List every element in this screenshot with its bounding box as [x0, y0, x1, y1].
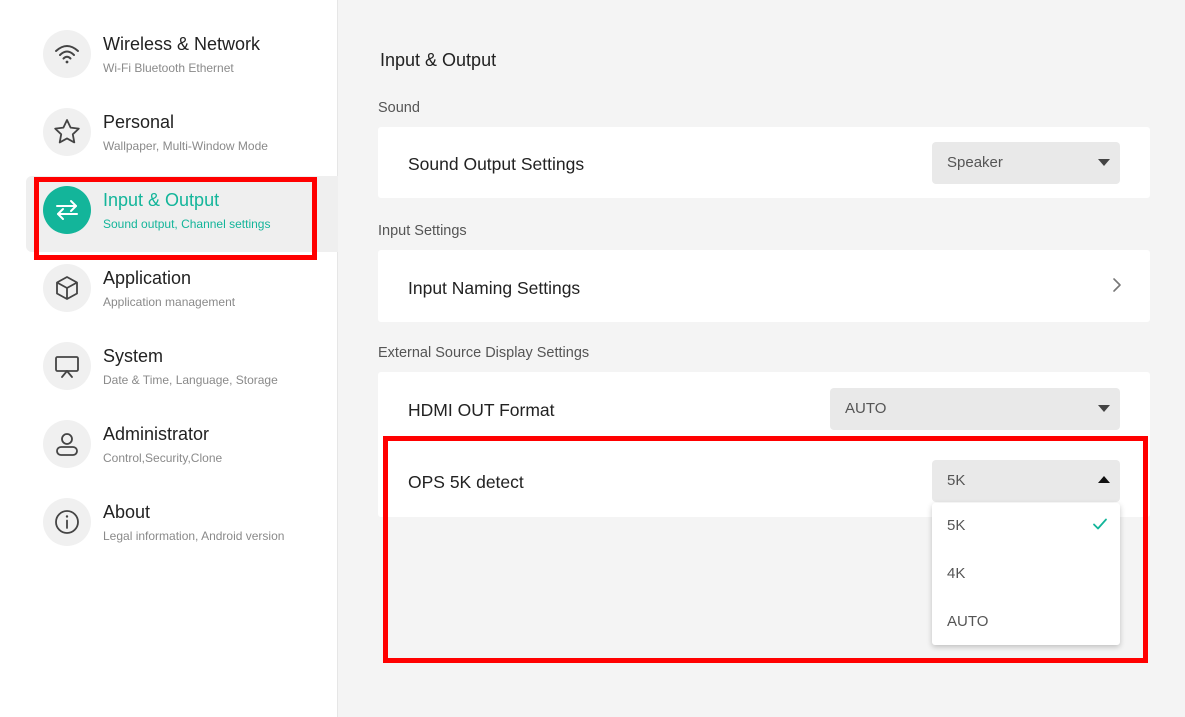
sidebar-item-title: Application	[103, 268, 192, 288]
check-icon	[1093, 518, 1107, 530]
ops-5k-dropdown-menu: 5K 4K AUTO	[932, 503, 1120, 645]
row-label: HDMI OUT Format	[408, 400, 555, 420]
sidebar-item-title: System	[103, 346, 164, 366]
cube-icon	[43, 264, 91, 312]
sidebar-item-system[interactable]: System Date & Time, Language, Storage	[26, 332, 338, 408]
sidebar-item-about[interactable]: About Legal information, Android version	[26, 488, 338, 564]
sidebar-item-subtitle: Wi-Fi Bluetooth Ethernet	[103, 61, 234, 75]
sidebar: Wireless & Network Wi-Fi Bluetooth Ether…	[0, 0, 338, 717]
sidebar-item-subtitle: Wallpaper, Multi-Window Mode	[103, 139, 268, 153]
caret-down-icon	[1098, 159, 1110, 166]
row-label: OPS 5K detect	[408, 472, 524, 492]
row-label: Sound Output Settings	[408, 154, 585, 174]
section-label-input-settings: Input Settings	[378, 223, 467, 239]
section-label-external-source: External Source Display Settings	[378, 345, 590, 361]
sound-output-settings-row: Sound Output Settings Speaker	[378, 127, 1150, 198]
ops-5k-detect-select[interactable]: 5K	[932, 460, 1120, 502]
star-icon	[43, 108, 91, 156]
caret-down-icon	[1098, 405, 1110, 412]
external-source-card: HDMI OUT Format AUTO OPS 5K detect 5K	[378, 372, 1150, 517]
wifi-icon	[43, 30, 91, 78]
sidebar-item-wireless-network[interactable]: Wireless & Network Wi-Fi Bluetooth Ether…	[26, 20, 338, 96]
sidebar-item-title: Administrator	[103, 424, 210, 444]
sidebar-item-subtitle: Application management	[103, 295, 236, 309]
sound-output-select[interactable]: Speaker	[932, 142, 1120, 184]
info-icon	[43, 498, 91, 546]
sidebar-item-subtitle: Control,Security,Clone	[103, 451, 223, 465]
option-label: 4K	[947, 565, 966, 582]
select-value: 5K	[947, 472, 966, 489]
sidebar-item-subtitle: Date & Time, Language, Storage	[103, 373, 278, 387]
chevron-right-icon	[1113, 278, 1121, 292]
sidebar-item-title: Input & Output	[103, 190, 220, 210]
option-label: 5K	[947, 517, 966, 534]
sidebar-item-title: About	[103, 502, 151, 522]
section-label-sound: Sound	[378, 100, 420, 116]
swap-arrows-icon	[43, 186, 91, 234]
sidebar-item-administrator[interactable]: Administrator Control,Security,Clone	[26, 410, 338, 486]
dropdown-option-auto[interactable]: AUTO	[932, 599, 1120, 645]
dropdown-option-4k[interactable]: 4K	[932, 551, 1120, 597]
sidebar-item-title: Personal	[103, 112, 175, 132]
display-stand-icon	[43, 342, 91, 390]
caret-up-icon	[1098, 476, 1110, 483]
page-title: Input & Output	[380, 50, 497, 70]
hdmi-out-format-select[interactable]: AUTO	[830, 388, 1120, 430]
dropdown-option-5k[interactable]: 5K	[932, 503, 1120, 549]
select-value: AUTO	[845, 400, 887, 417]
sidebar-item-input-output[interactable]: Input & Output Sound output, Channel set…	[26, 176, 338, 252]
sidebar-item-title: Wireless & Network	[103, 34, 261, 54]
sidebar-item-personal[interactable]: Personal Wallpaper, Multi-Window Mode	[26, 98, 338, 174]
user-icon	[43, 420, 91, 468]
select-value: Speaker	[947, 154, 1003, 171]
sidebar-item-application[interactable]: Application Application management	[26, 254, 338, 330]
sidebar-item-subtitle: Sound output, Channel settings	[103, 217, 271, 231]
option-label: AUTO	[947, 613, 989, 630]
row-label: Input Naming Settings	[408, 278, 581, 298]
sidebar-item-subtitle: Legal information, Android version	[103, 529, 285, 543]
input-naming-settings-row[interactable]: Input Naming Settings	[378, 250, 1150, 322]
